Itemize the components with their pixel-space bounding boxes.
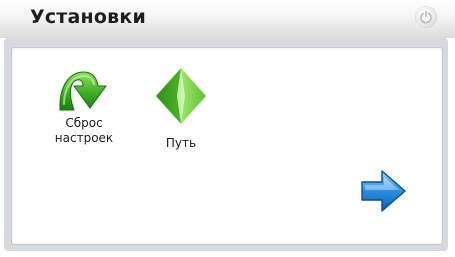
route-pyramid-icon [156, 68, 206, 124]
arrow-right-icon [361, 170, 406, 212]
path-button[interactable]: Путь [145, 66, 217, 166]
next-page-button[interactable] [360, 168, 408, 214]
power-icon [420, 10, 432, 24]
path-label: Путь [165, 136, 197, 150]
title-bar: Установки [0, 0, 455, 38]
reset-settings-button[interactable]: Сброс настроек [44, 66, 124, 166]
power-button[interactable] [415, 6, 437, 28]
reset-label-line1: Сброс [65, 116, 103, 130]
page-title: Установки [30, 6, 146, 28]
reset-label-line2: настроек [54, 131, 114, 145]
